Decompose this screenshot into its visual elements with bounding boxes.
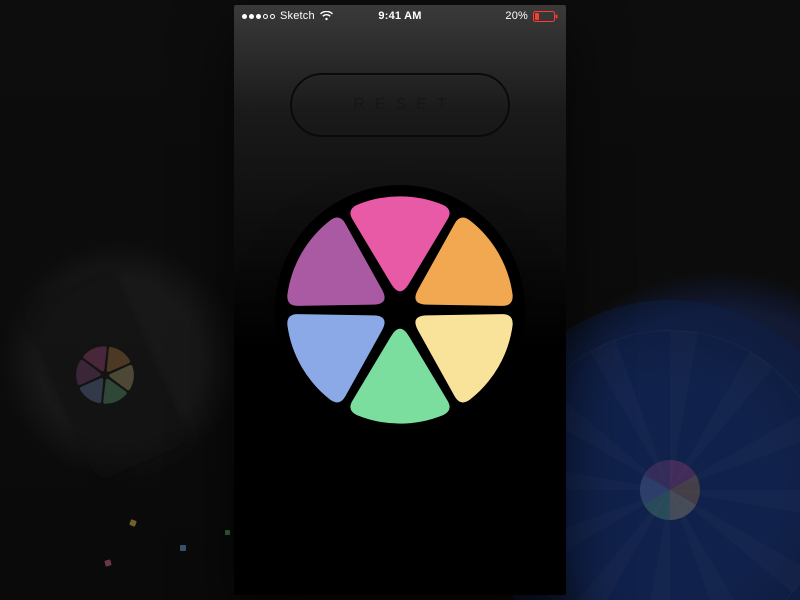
status-bar: Sketch 9:41 AM 20% xyxy=(234,5,566,25)
reset-button-label: RESET xyxy=(343,96,456,114)
confetti xyxy=(225,530,230,535)
reset-button[interactable]: RESET xyxy=(290,73,510,137)
color-wheel[interactable] xyxy=(275,185,525,435)
battery-text: 20% xyxy=(505,10,528,22)
background-mini-wheel xyxy=(63,333,147,417)
wifi-icon xyxy=(320,11,333,21)
signal-dots xyxy=(242,14,275,19)
wheel-shadow xyxy=(275,185,525,435)
confetti xyxy=(180,545,186,551)
carrier-label: Sketch xyxy=(280,10,315,22)
phone-mockup: Sketch 9:41 AM 20% RESET xyxy=(234,5,566,595)
battery-icon xyxy=(533,11,558,22)
clock: 9:41 AM xyxy=(378,10,421,22)
